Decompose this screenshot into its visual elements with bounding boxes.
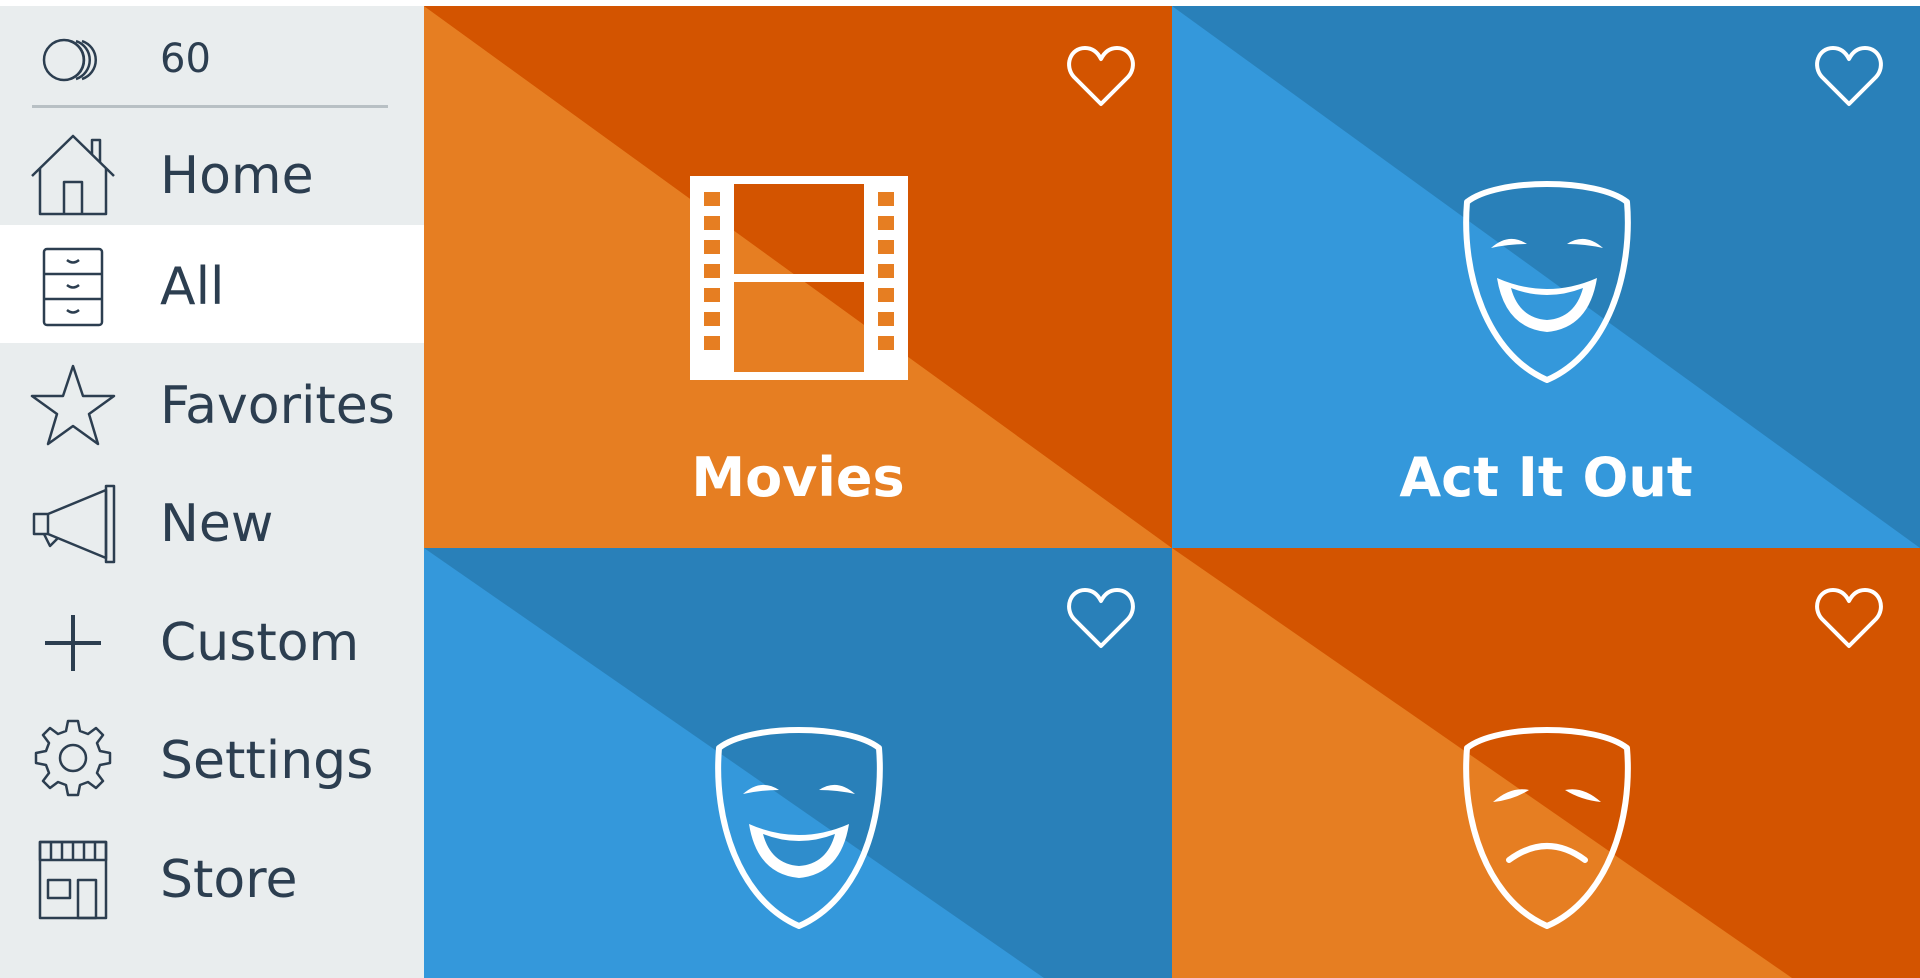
favorite-heart-icon[interactable] <box>1066 44 1136 108</box>
sidebar-item-label: Settings <box>160 731 374 791</box>
sidebar-item-all[interactable]: All <box>0 225 424 343</box>
divider <box>32 105 388 108</box>
sidebar-item-label: New <box>160 494 274 554</box>
tile-title: Movies <box>691 446 905 509</box>
sidebar-item-store[interactable]: Store <box>0 818 424 936</box>
category-tile-act-it-out[interactable]: Act It Out <box>1172 6 1920 548</box>
app-window: 60 Home All Favorites New Custom Setting… <box>0 0 1920 978</box>
sidebar-item-custom[interactable]: Custom <box>0 581 424 699</box>
coin-count: 60 <box>160 36 211 82</box>
home-icon <box>31 134 115 216</box>
star-icon <box>30 364 116 446</box>
coins-icon <box>42 38 97 82</box>
megaphone-icon <box>32 484 116 564</box>
favorite-heart-icon[interactable] <box>1066 586 1136 650</box>
sidebar-item-new[interactable]: New <box>0 462 424 580</box>
comedy-mask-icon <box>1463 181 1631 383</box>
category-tile-movies[interactable]: Movies <box>424 6 1172 548</box>
category-grid: Movies Act It Out <box>424 6 1920 978</box>
tragedy-mask-icon <box>1463 727 1631 929</box>
drawer-icon <box>42 247 104 327</box>
sidebar-item-label: Favorites <box>160 376 395 436</box>
sidebar-item-label: Store <box>160 850 298 910</box>
sidebar-item-label: Custom <box>160 613 360 673</box>
store-icon <box>38 840 108 920</box>
category-tile-comedy[interactable] <box>424 548 1172 978</box>
coin-balance[interactable]: 60 <box>0 6 424 106</box>
gear-icon <box>34 719 112 797</box>
sidebar: 60 Home All Favorites New Custom Setting… <box>0 6 424 978</box>
sidebar-item-favorites[interactable]: Favorites <box>0 344 424 462</box>
sidebar-item-label: Home <box>160 146 314 206</box>
favorite-heart-icon[interactable] <box>1814 586 1884 650</box>
film-strip-icon <box>690 176 908 380</box>
favorite-heart-icon[interactable] <box>1814 44 1884 108</box>
sidebar-item-settings[interactable]: Settings <box>0 699 424 817</box>
sidebar-item-label: All <box>160 257 225 317</box>
plus-icon <box>45 615 101 671</box>
comedy-mask-icon <box>715 727 883 929</box>
tile-title: Act It Out <box>1399 446 1693 509</box>
sidebar-item-home[interactable]: Home <box>0 114 424 232</box>
category-tile-tragedy[interactable] <box>1172 548 1920 978</box>
